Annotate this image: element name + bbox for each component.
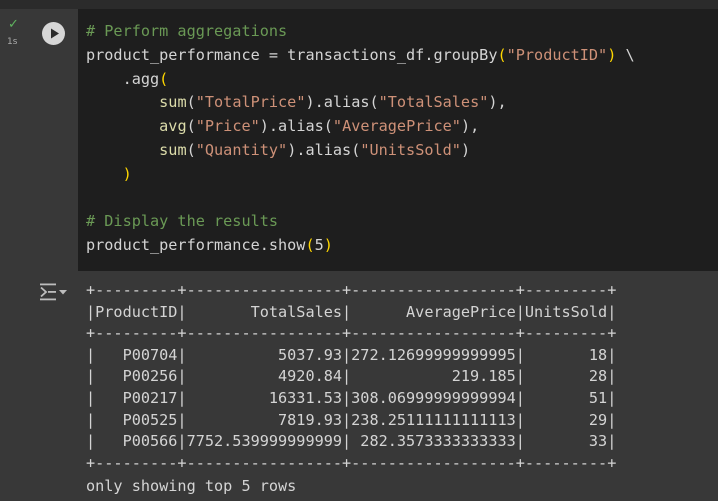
success-check-icon: ✓ bbox=[8, 17, 19, 32]
code-token: "Price" bbox=[195, 117, 260, 136]
code-token: ) bbox=[122, 164, 132, 183]
code-line: product_performance.show(5) bbox=[86, 234, 635, 258]
code-token: ).alias( bbox=[287, 140, 361, 159]
results-table: +---------+-----------------+-----------… bbox=[86, 280, 616, 474]
code-token: ( bbox=[497, 45, 507, 64]
code-line: product_performance = transactions_df.gr… bbox=[86, 44, 635, 68]
code-token: # Perform aggregations bbox=[86, 22, 288, 40]
code-token: ) bbox=[460, 140, 471, 159]
code-token: "UnitsSold" bbox=[360, 140, 461, 159]
code-token: \ bbox=[616, 45, 635, 64]
code-token: ).alias( bbox=[259, 117, 333, 136]
code-token: 5 bbox=[314, 236, 324, 255]
table-border-mid: +---------+-----------------+-----------… bbox=[86, 324, 617, 343]
code-token: ( bbox=[186, 117, 196, 136]
cell-top-strip bbox=[0, 0, 718, 9]
code-token: # Display the results bbox=[86, 212, 279, 231]
table-row: | P00217| 16331.53|308.06999999999994| 5… bbox=[86, 388, 617, 407]
code-token: ), bbox=[488, 93, 507, 112]
execution-time: 1s bbox=[7, 37, 18, 47]
table-row: | P00256| 4920.84| 219.185| 28| bbox=[86, 367, 617, 386]
code-line: sum("Quantity").alias("UnitsSold") bbox=[86, 139, 635, 163]
code-token: product_performance = transactions_df.gr… bbox=[86, 45, 498, 64]
table-border-bottom: +---------+-----------------+-----------… bbox=[86, 453, 617, 472]
notebook-cell-view: ✓ 1s # Perform aggregations product_perfo… bbox=[0, 0, 718, 501]
code-token: ( bbox=[305, 236, 315, 255]
code-token: sum bbox=[159, 93, 187, 112]
table-row: | P00566|7752.539999999999| 282.35733333… bbox=[86, 432, 617, 451]
code-token: ( bbox=[186, 140, 196, 159]
output-options-icon[interactable] bbox=[39, 282, 69, 302]
run-cell-button[interactable] bbox=[42, 22, 65, 45]
code-line: # Display the results bbox=[86, 210, 635, 234]
code-token: ( bbox=[159, 69, 169, 88]
code-token: product_performance.show bbox=[86, 236, 306, 255]
code-token: .agg bbox=[86, 69, 160, 88]
table-header-row: |ProductID| TotalSales| AveragePrice|Uni… bbox=[86, 302, 617, 321]
play-icon bbox=[51, 28, 59, 39]
code-line: # Perform aggregations bbox=[86, 20, 635, 44]
code-line: ) bbox=[86, 163, 635, 187]
code-token: ).alias( bbox=[305, 93, 379, 112]
code-token: "TotalSales" bbox=[378, 93, 489, 112]
code-token: ) bbox=[323, 236, 333, 255]
table-border-top: +---------+-----------------+-----------… bbox=[86, 281, 617, 299]
code-token: ) bbox=[607, 45, 617, 64]
run-column bbox=[28, 9, 78, 271]
code-token: ), bbox=[460, 117, 480, 136]
code-token: "Quantity" bbox=[195, 140, 288, 159]
code-line: sum("TotalPrice").alias("TotalSales"), bbox=[86, 91, 635, 115]
code-token: avg bbox=[159, 117, 187, 136]
table-row: | P00704| 5037.93|272.12699999999995| 18… bbox=[86, 345, 617, 364]
code-text[interactable]: # Perform aggregations product_performanc… bbox=[86, 20, 635, 258]
table-row: | P00525| 7819.93|238.25111111111113| 29… bbox=[86, 410, 617, 429]
code-token: sum bbox=[159, 140, 187, 159]
code-token: "TotalPrice" bbox=[195, 93, 306, 112]
code-line: avg("Price").alias("AveragePrice"), bbox=[86, 115, 635, 139]
code-token: "ProductID" bbox=[506, 45, 608, 64]
output-footer: only showing top 5 rows bbox=[86, 477, 297, 495]
code-token: ( bbox=[186, 93, 196, 112]
code-line: .agg( bbox=[86, 68, 635, 92]
code-token: "AveragePrice" bbox=[332, 117, 461, 136]
cell-gutter bbox=[0, 9, 28, 501]
